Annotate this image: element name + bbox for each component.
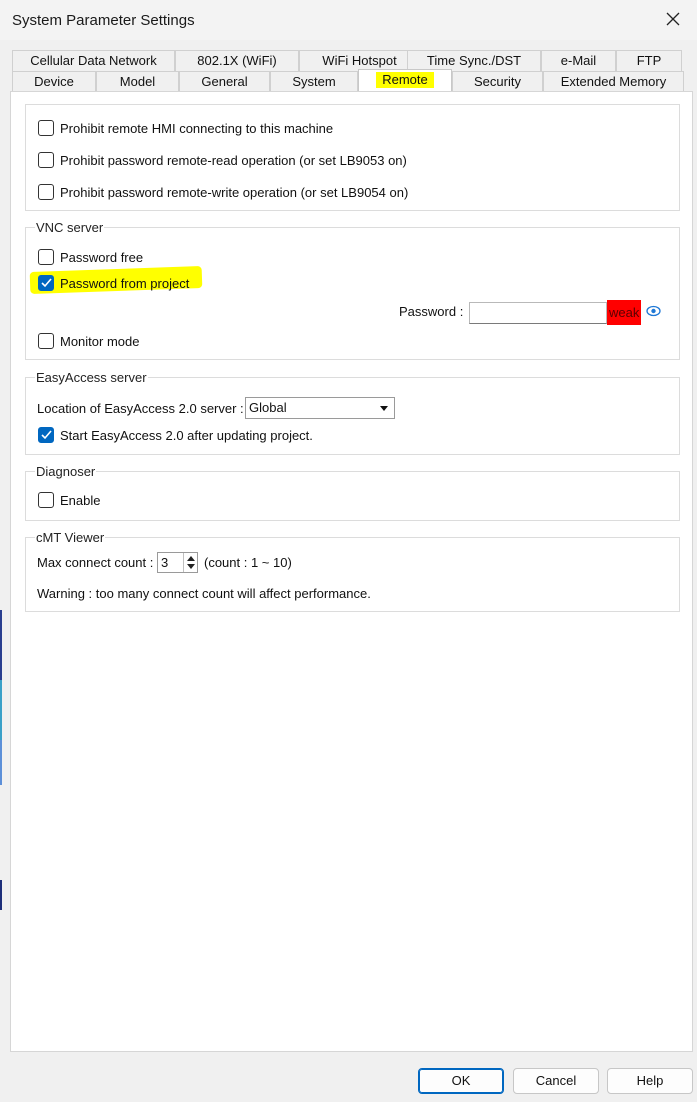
max-connect-label: Max connect count :: [37, 555, 154, 570]
checkbox-box[interactable]: [38, 333, 54, 349]
tab-security[interactable]: Security: [452, 71, 543, 92]
tab-content-panel: Prohibit remote HMI connecting to this m…: [10, 91, 693, 1052]
help-button[interactable]: Help: [607, 1068, 693, 1094]
cancel-button[interactable]: Cancel: [513, 1068, 599, 1094]
checkbox-box[interactable]: [38, 492, 54, 508]
tab-wifi-hotspot[interactable]: WiFi Hotspot: [299, 50, 420, 71]
group-title: VNC server: [35, 220, 105, 235]
password-field[interactable]: [469, 302, 607, 324]
checkmark-icon: [41, 430, 52, 440]
location-select[interactable]: Global: [245, 397, 395, 419]
window-title: System Parameter Settings: [12, 12, 195, 29]
close-icon: [666, 12, 680, 26]
title-bar: System Parameter Settings: [0, 0, 697, 40]
ok-button[interactable]: OK: [418, 1068, 504, 1094]
tab-system[interactable]: System: [270, 71, 358, 92]
tab-general[interactable]: General: [179, 71, 270, 92]
range-text: (count : 1 ~ 10): [204, 555, 292, 570]
tab-8021x-wifi[interactable]: 802.1X (WiFi): [175, 50, 299, 71]
group-title: cMT Viewer: [35, 530, 106, 545]
password-label: Password :: [399, 304, 464, 319]
tab-remote[interactable]: Remote: [358, 69, 452, 92]
checkbox-box[interactable]: [38, 184, 54, 200]
checkbox-box[interactable]: [38, 249, 54, 265]
vnc-server-group: VNC server Password free Password from p…: [25, 220, 680, 360]
cmt-viewer-group: cMT Viewer Max connect count : 3 (count …: [25, 530, 680, 612]
group-title: Diagnoser: [35, 464, 97, 479]
chevron-down-icon: [380, 406, 388, 411]
diagnoser-group: Diagnoser Enable: [25, 464, 680, 521]
remote-access-group: Prohibit remote HMI connecting to this m…: [25, 104, 680, 211]
tab-cellular-data-network[interactable]: Cellular Data Network: [12, 50, 175, 71]
background-edge: [0, 880, 2, 910]
background-edge: [0, 680, 2, 740]
tab-ftp[interactable]: FTP: [616, 50, 682, 71]
checkmark-icon: [41, 278, 52, 288]
chevron-up-icon[interactable]: [187, 556, 195, 561]
stepper-buttons[interactable]: [183, 553, 197, 572]
tab-model[interactable]: Model: [96, 71, 179, 92]
password-strength-badge: weak: [607, 300, 641, 325]
checkbox-box[interactable]: [38, 120, 54, 136]
tab-extended-memory[interactable]: Extended Memory: [543, 71, 684, 92]
warning-text: Warning : too many connect count will af…: [37, 586, 371, 601]
checkbox-box[interactable]: [38, 427, 54, 443]
close-button[interactable]: [651, 0, 697, 40]
checkbox-box[interactable]: [38, 152, 54, 168]
chevron-down-icon[interactable]: [187, 564, 195, 569]
group-title: EasyAccess server: [35, 370, 148, 385]
background-edge: [0, 610, 2, 680]
max-connect-stepper[interactable]: 3: [157, 552, 198, 573]
checkbox-box[interactable]: [38, 275, 54, 291]
show-password-icon[interactable]: [646, 305, 661, 320]
background-edge: [0, 740, 2, 785]
tab-device[interactable]: Device: [12, 71, 96, 92]
tab-time-sync-dst[interactable]: Time Sync./DST: [407, 50, 541, 71]
location-label: Location of EasyAccess 2.0 server :: [37, 401, 244, 416]
easyaccess-server-group: EasyAccess server Location of EasyAccess…: [25, 370, 680, 455]
tab-email[interactable]: e-Mail: [541, 50, 616, 71]
